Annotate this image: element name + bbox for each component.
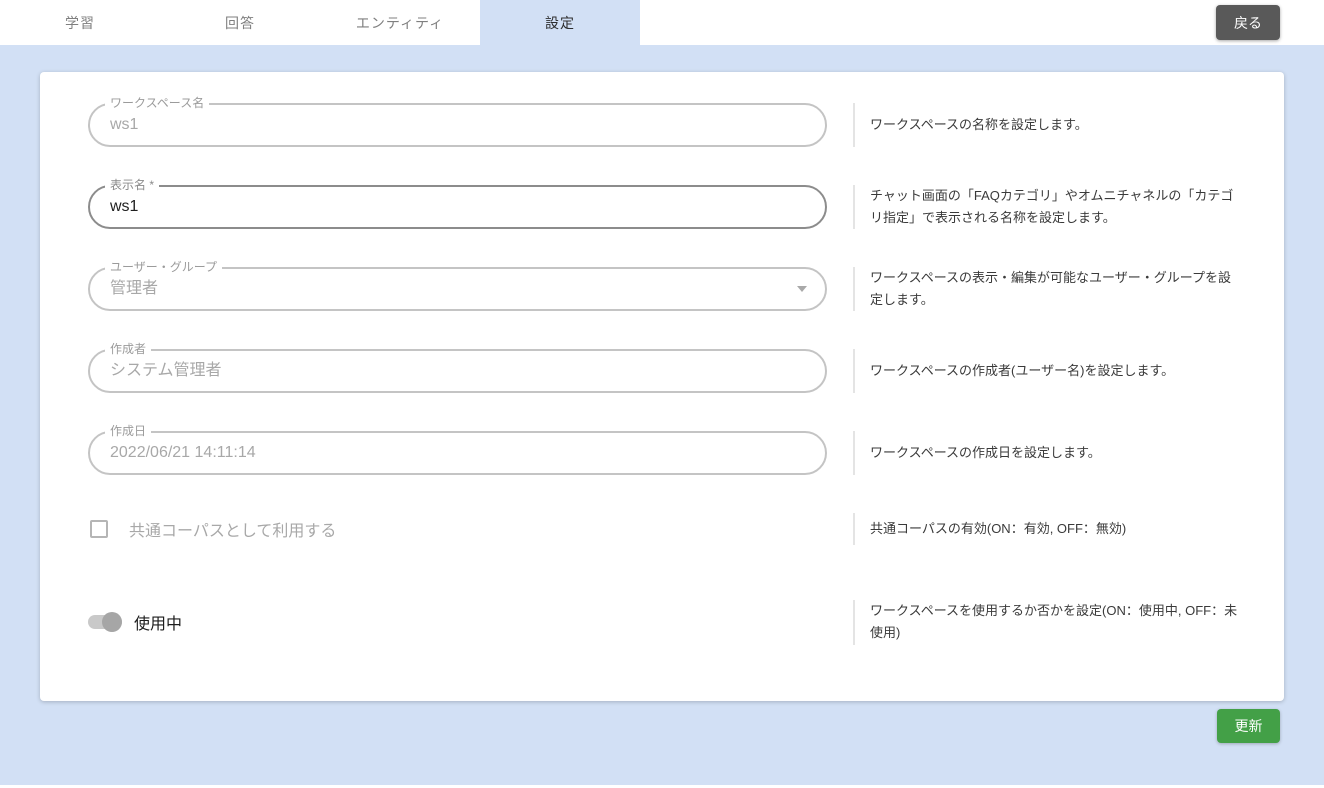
tab-entities[interactable]: エンティティ [320, 0, 480, 45]
display-name-label: 表示名 * [105, 178, 159, 192]
tab-settings[interactable]: 設定 [480, 0, 640, 45]
toggle-knob [102, 612, 122, 632]
in-use-toggle[interactable] [88, 612, 122, 632]
creator-field: 作成者 システム管理者 [88, 349, 827, 393]
tab-bar: 学習 回答 エンティティ 設定 戻る [0, 0, 1324, 45]
workspace-name-label: ワークスペース名 [105, 96, 209, 110]
update-button[interactable]: 更新 [1217, 709, 1280, 743]
in-use-label: 使用中 [134, 610, 182, 634]
common-corpus-description: 共通コーパスの有効(ON：有効, OFF：無効) [853, 513, 1240, 545]
creator-row: 作成者 システム管理者 ワークスペースの作成者(ユーザー名)を設定します。 [88, 349, 1240, 393]
chevron-down-icon [797, 286, 807, 292]
user-group-value: 管理者 [90, 269, 825, 309]
common-corpus-label: 共通コーパスとして利用する [129, 517, 336, 541]
tab-learning[interactable]: 学習 [0, 0, 160, 45]
in-use-row: 使用中 ワークスペースを使用するか否かを設定(ON：使用中, OFF：未使用) [88, 600, 1240, 644]
creator-label: 作成者 [105, 342, 151, 356]
back-button[interactable]: 戻る [1216, 5, 1280, 40]
created-date-description: ワークスペースの作成日を設定します。 [853, 431, 1240, 475]
creator-description: ワークスペースの作成者(ユーザー名)を設定します。 [853, 349, 1240, 393]
display-name-row: 表示名 * チャット画面の「FAQカテゴリ」やオムニチャネルの「カテゴリ指定」で… [88, 185, 1240, 229]
user-group-label: ユーザー・グループ [105, 260, 222, 274]
tab-answers[interactable]: 回答 [160, 0, 320, 45]
workspace-name-row: ワークスペース名 ws1 ワークスペースの名称を設定します。 [88, 103, 1240, 147]
in-use-description: ワークスペースを使用するか否かを設定(ON：使用中, OFF：未使用) [853, 600, 1240, 644]
settings-page: ワークスペース名 ws1 ワークスペースの名称を設定します。 表示名 * チャッ… [0, 45, 1324, 743]
workspace-name-field: ワークスペース名 ws1 [88, 103, 827, 147]
creator-value: システム管理者 [90, 351, 825, 391]
created-date-row: 作成日 2022/06/21 14:11:14 ワークスペースの作成日を設定しま… [88, 431, 1240, 475]
created-date-label: 作成日 [105, 424, 151, 438]
workspace-name-description: ワークスペースの名称を設定します。 [853, 103, 1240, 147]
display-name-field: 表示名 * [88, 185, 827, 229]
created-date-value: 2022/06/21 14:11:14 [90, 433, 825, 473]
common-corpus-row: 共通コーパスとして利用する 共通コーパスの有効(ON：有効, OFF：無効) [88, 513, 1240, 545]
workspace-settings-card: ワークスペース名 ws1 ワークスペースの名称を設定します。 表示名 * チャッ… [40, 72, 1284, 701]
user-group-description: ワークスペースの表示・編集が可能なユーザー・グループを設定します。 [853, 267, 1240, 311]
user-group-select: ユーザー・グループ 管理者 [88, 267, 827, 311]
card-footer: 更新 [40, 701, 1284, 743]
created-date-field: 作成日 2022/06/21 14:11:14 [88, 431, 827, 475]
display-name-input[interactable] [90, 187, 825, 227]
user-group-row: ユーザー・グループ 管理者 ワークスペースの表示・編集が可能なユーザー・グループ… [88, 267, 1240, 311]
display-name-description: チャット画面の「FAQカテゴリ」やオムニチャネルの「カテゴリ指定」で表示される名… [853, 185, 1240, 229]
common-corpus-checkbox [90, 520, 108, 538]
workspace-name-value: ws1 [90, 105, 825, 145]
